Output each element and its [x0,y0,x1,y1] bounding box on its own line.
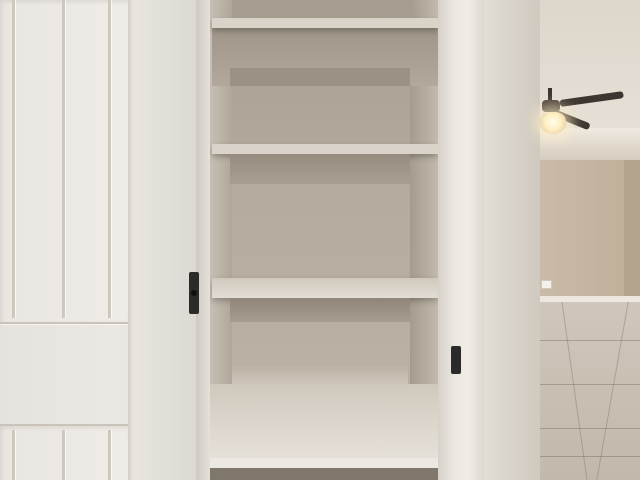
room-wall-corner [624,160,640,300]
panel-groove [62,0,65,318]
shelf-1-underside [230,68,410,86]
fan-hub [542,100,560,112]
panel-groove [108,430,111,480]
panel-groove [12,0,15,318]
hinge-pin [191,290,197,296]
tile-floor [540,302,640,480]
shelf-3 [212,278,438,298]
floor-shelf-backshadow [232,364,408,386]
wall-outlet [541,280,552,289]
closet-photo [0,0,640,480]
fan-light [540,112,566,134]
closet-base [210,468,438,480]
latch-strike-icon [451,346,461,374]
tile-grout [540,384,640,385]
door-jamb-right [438,0,484,480]
shelf-3-underside [230,298,410,322]
closet-door[interactable] [0,0,196,480]
panel-groove [62,430,65,480]
tile-grout [540,340,640,341]
panel-groove [108,0,111,318]
floor-shelf-edge [210,458,438,468]
shelf-2 [212,144,438,154]
hallway-wall [484,0,540,480]
door-jamb-left [196,0,210,480]
tile-grout [540,428,640,429]
shelf-2-underside [230,154,410,184]
door-stile [128,0,134,480]
panel-groove [12,430,15,480]
tile-grout [540,456,640,457]
shelf-1 [212,18,438,28]
closet-floor-shelf [210,384,438,468]
